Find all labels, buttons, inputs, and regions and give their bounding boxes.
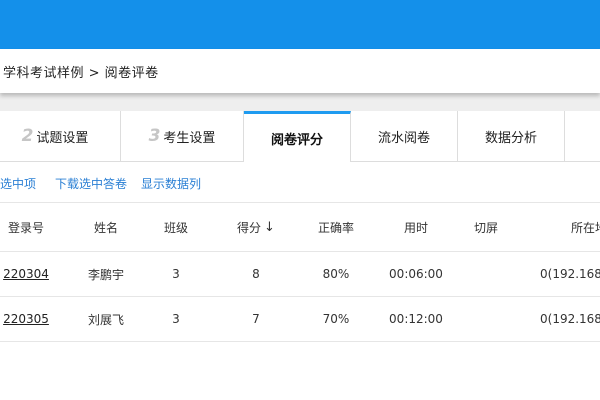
tab-bar: 2 试题设置 3 考生设置 阅卷评分 流水阅卷 数据分析 xyxy=(0,111,600,162)
table-header-row: 登录号 姓名 班级 得分 ↓ 正确率 用时 切屏 所在地 xyxy=(0,203,600,252)
score-cell: 8 xyxy=(252,267,260,281)
column-header-class[interactable]: 班级 xyxy=(150,203,202,251)
name-cell: 刘展飞 xyxy=(87,312,124,327)
step-number: 3 xyxy=(148,126,161,146)
tab-marking-scoring[interactable]: 阅卷评分 xyxy=(244,111,351,162)
breadcrumb-bar: 学科考试样例 > 阅卷评卷 xyxy=(0,49,600,93)
column-header-location[interactable]: 所在地 xyxy=(571,203,600,251)
download-selected-link[interactable]: 下载选中答卷 xyxy=(55,175,127,192)
tab-label: 阅卷评分 xyxy=(270,132,323,148)
location-cell: 0(192.168. xyxy=(540,312,600,326)
screen-switch-cell xyxy=(460,297,512,341)
tab-pipeline-marking[interactable]: 流水阅卷 xyxy=(351,111,458,161)
score-header-label: 得分 xyxy=(237,220,262,235)
table-row: 220305 刘展飞 3 7 70% 00:12:00 0(192.168. xyxy=(0,297,600,342)
show-columns-link[interactable]: 显示数据列 xyxy=(141,175,201,192)
breadcrumb: 学科考试样例 > 阅卷评卷 xyxy=(3,66,159,81)
score-cell: 7 xyxy=(252,312,260,326)
screen-switch-cell xyxy=(460,252,512,296)
tab-label: 试题设置 xyxy=(36,130,89,146)
step-number: 2 xyxy=(21,126,34,146)
tab-question-settings[interactable]: 2 试题设置 xyxy=(0,111,121,161)
tab-data-analysis[interactable]: 数据分析 xyxy=(458,111,565,161)
column-header-screen-switch[interactable]: 切屏 xyxy=(460,203,512,251)
class-cell: 3 xyxy=(172,267,180,281)
score-table: 登录号 姓名 班级 得分 ↓ 正确率 用时 切屏 所在地 220304 李鹏宇 … xyxy=(0,203,600,342)
tab-examinee-settings[interactable]: 3 考生设置 xyxy=(121,111,244,161)
column-header-accuracy[interactable]: 正确率 xyxy=(307,203,365,251)
class-cell: 3 xyxy=(172,312,180,326)
action-toolbar: 删除选中项 下载选中答卷 显示数据列 xyxy=(0,162,600,203)
sort-down-icon[interactable]: ↓ xyxy=(264,220,275,235)
time-used-cell: 00:12:00 xyxy=(389,312,443,326)
time-used-cell: 00:06:00 xyxy=(389,267,443,281)
login-id-link[interactable]: 220304 xyxy=(0,252,52,296)
top-header-bar xyxy=(0,0,600,49)
accuracy-cell: 70% xyxy=(322,312,350,326)
tab-label: 流水阅卷 xyxy=(377,130,430,146)
accuracy-cell: 80% xyxy=(322,267,350,281)
column-header-login-id[interactable]: 登录号 xyxy=(0,203,52,251)
table-row: 220304 李鹏宇 3 8 80% 00:06:00 0(192.168. xyxy=(0,252,600,297)
name-cell: 李鹏宇 xyxy=(87,267,124,282)
column-header-time-used[interactable]: 用时 xyxy=(390,203,442,251)
delete-selected-link[interactable]: 删除选中项 xyxy=(0,175,36,192)
tab-label: 数据分析 xyxy=(484,130,537,146)
login-id-link[interactable]: 220305 xyxy=(0,297,52,341)
location-cell: 0(192.168. xyxy=(540,267,600,281)
separator-strip xyxy=(0,93,600,111)
column-header-score[interactable]: 得分 ↓ xyxy=(222,203,290,251)
tab-label: 考生设置 xyxy=(163,130,216,146)
column-header-name[interactable]: 姓名 xyxy=(80,203,132,251)
